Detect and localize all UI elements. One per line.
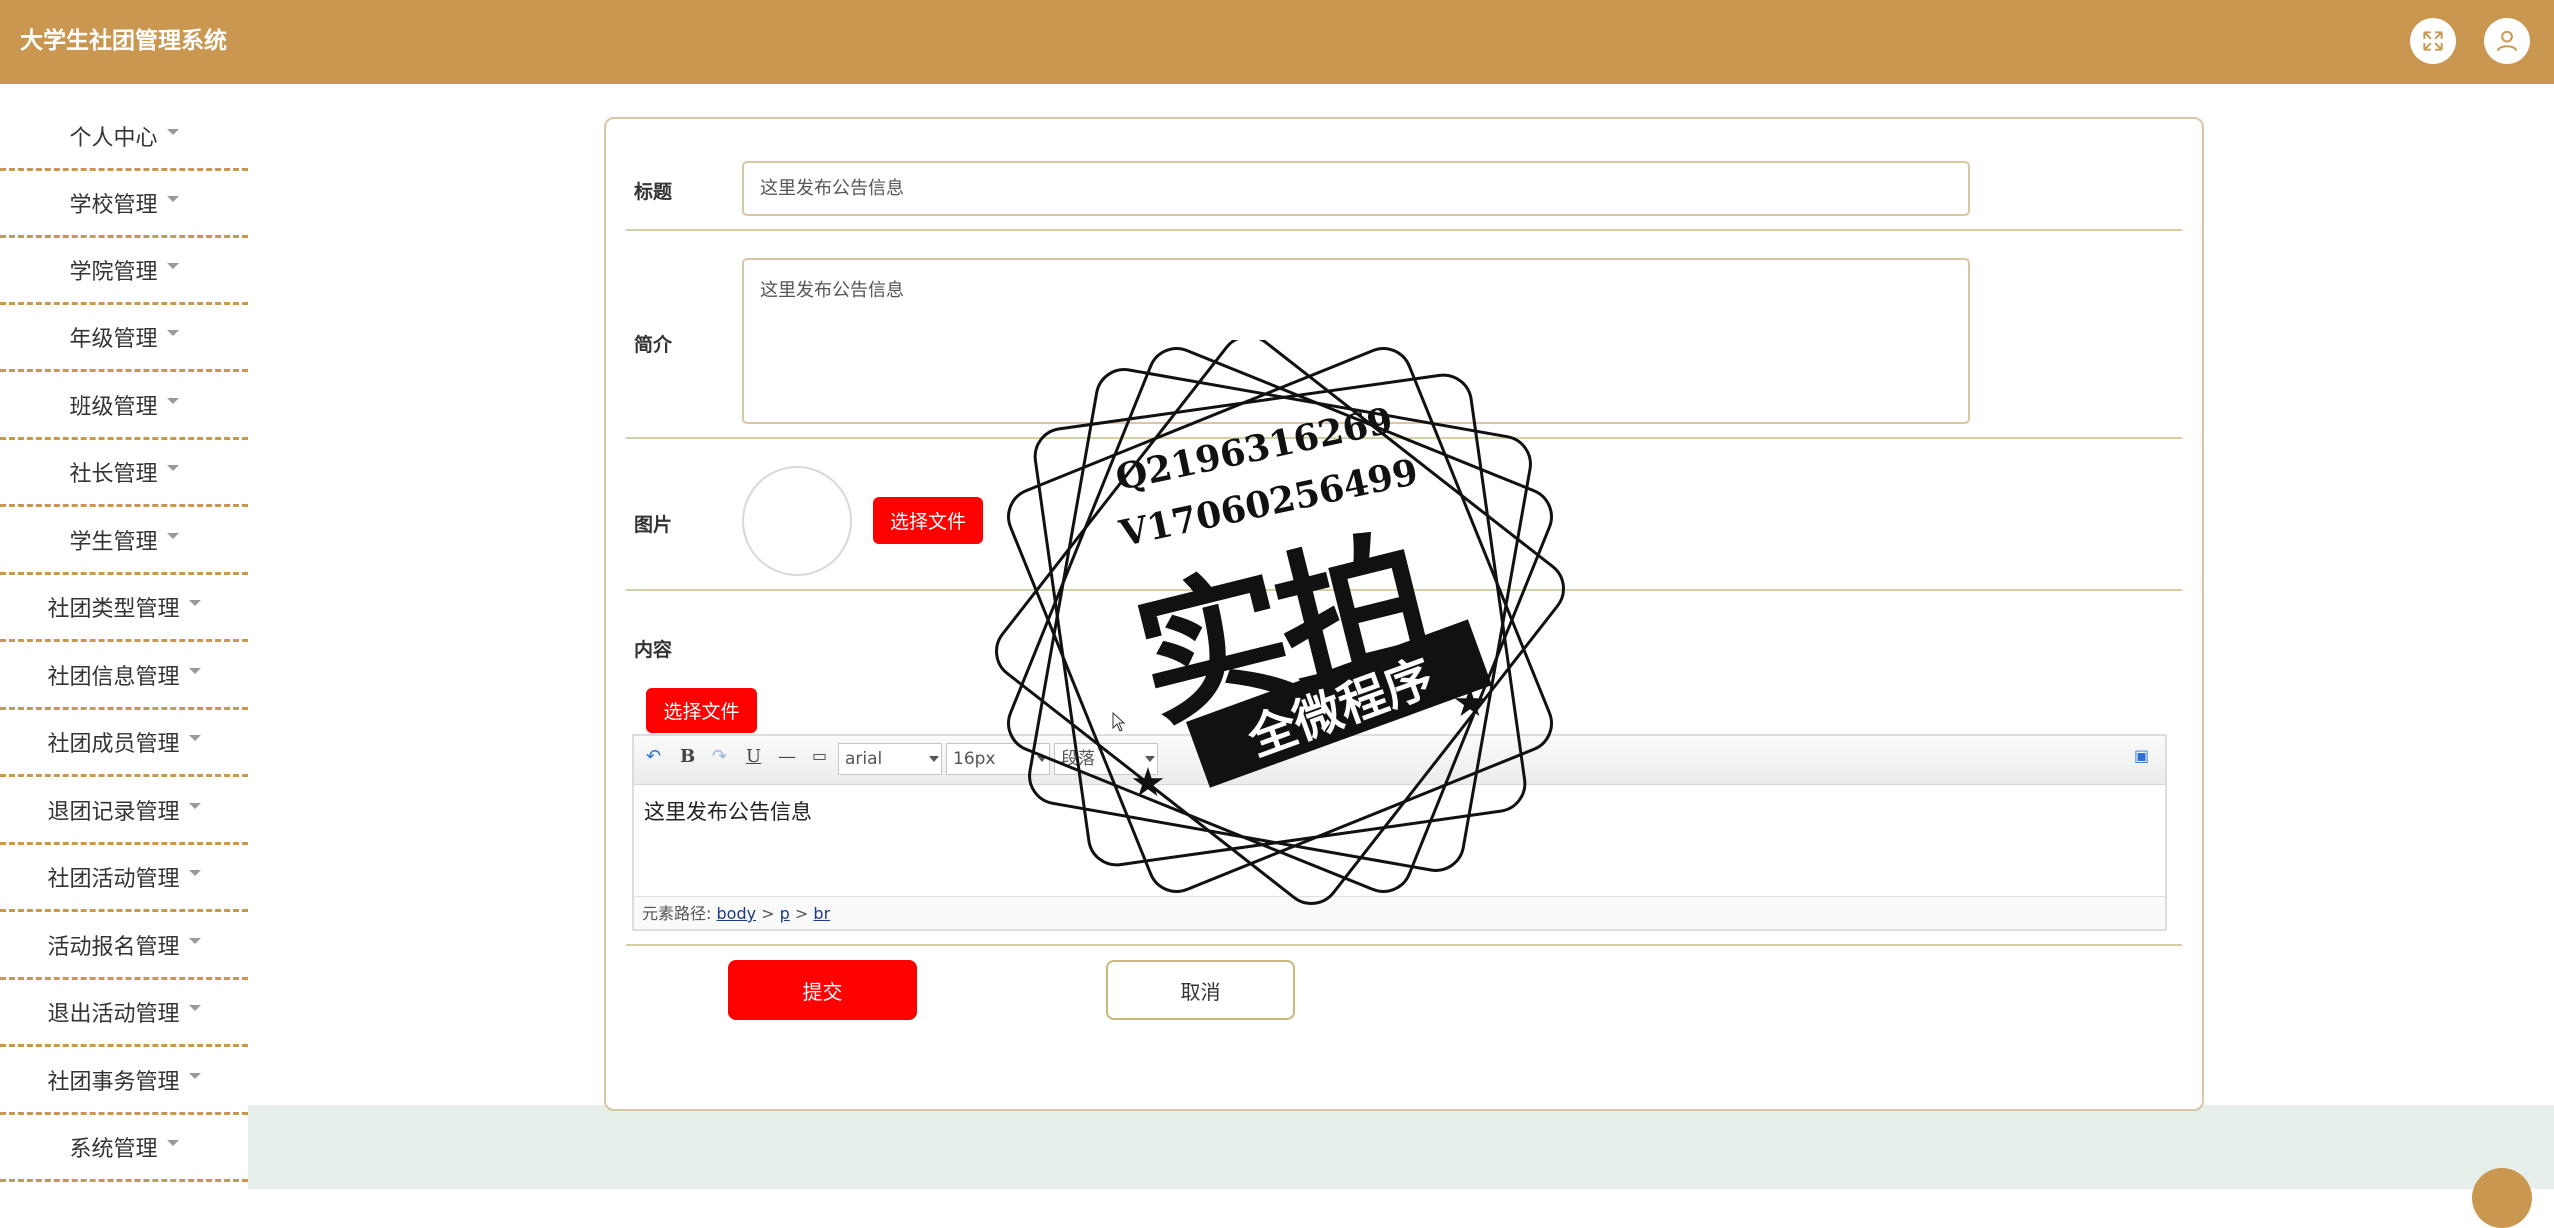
caret-down-icon — [166, 330, 179, 336]
fullscreen-icon — [2423, 31, 2443, 51]
sidebar-item-label: 社团成员管理 — [47, 732, 180, 757]
undo-icon[interactable]: ↶ — [646, 746, 661, 767]
title-label: 标题 — [634, 181, 673, 203]
caret-down-icon — [188, 600, 201, 606]
sidebar-item-label: 活动报名管理 — [47, 935, 180, 960]
sidebar-item-club-info[interactable]: 社团信息管理 — [0, 643, 248, 710]
caret-down-icon — [188, 1005, 201, 1011]
content-label: 内容 — [634, 639, 673, 661]
sidebar-item-student[interactable]: 学生管理 — [0, 508, 248, 575]
user-button[interactable] — [2484, 18, 2530, 64]
path-link-br[interactable]: br — [813, 904, 830, 923]
underline-button[interactable]: U — [746, 746, 761, 767]
document-icon[interactable]: ▭ — [812, 746, 827, 765]
redo-icon[interactable]: ↷ — [712, 746, 727, 767]
horizontal-rule-button[interactable]: — — [778, 746, 796, 767]
caret-down-icon — [166, 465, 179, 471]
caret-down-icon — [166, 1140, 179, 1146]
sidebar: 个人中心 学校管理 学院管理 年级管理 班级管理 社长管理 学生管理 社团类型管… — [0, 84, 248, 1189]
image-preview — [742, 466, 852, 576]
sidebar-item-activity-signup[interactable]: 活动报名管理 — [0, 913, 248, 980]
sidebar-item-club-type[interactable]: 社团类型管理 — [0, 575, 248, 642]
sidebar-item-label: 社团类型管理 — [47, 597, 180, 622]
submit-button[interactable]: 提交 — [728, 960, 917, 1020]
sidebar-item-label: 社团事务管理 — [47, 1070, 180, 1095]
sidebar-item-label: 班级管理 — [69, 395, 158, 420]
sidebar-item-club-member[interactable]: 社团成员管理 — [0, 710, 248, 777]
caret-down-icon — [166, 263, 179, 269]
sidebar-item-label: 学校管理 — [69, 193, 158, 218]
path-separator: > — [794, 904, 809, 923]
sidebar-item-label: 个人中心 — [69, 126, 158, 151]
caret-down-icon — [166, 533, 179, 539]
caret-down-icon — [166, 129, 179, 135]
path-link-body[interactable]: body — [717, 904, 757, 923]
sidebar-item-label: 学生管理 — [69, 530, 158, 555]
intro-label: 简介 — [634, 334, 673, 356]
fullscreen-editor-icon[interactable]: ▣ — [2134, 746, 2149, 765]
title-input[interactable]: 这里发布公告信息 — [742, 161, 1970, 216]
sidebar-item-label: 退团记录管理 — [47, 800, 180, 825]
caret-down-icon — [188, 668, 201, 674]
image-label: 图片 — [634, 514, 673, 536]
path-separator: > — [761, 904, 775, 923]
sidebar-item-label: 学院管理 — [69, 260, 158, 285]
sidebar-item-club-affairs[interactable]: 社团事务管理 — [0, 1048, 248, 1115]
editor-content[interactable]: 这里发布公告信息 — [644, 796, 812, 826]
cancel-button[interactable]: 取消 — [1106, 960, 1295, 1020]
sidebar-item-label: 社团信息管理 — [47, 665, 180, 690]
sidebar-item-label: 社团活动管理 — [47, 867, 180, 892]
sidebar-item-label: 年级管理 — [69, 327, 158, 352]
sidebar-item-label: 社长管理 — [69, 462, 158, 487]
fullscreen-button[interactable] — [2410, 18, 2456, 64]
caret-down-icon — [188, 1073, 201, 1079]
footer-area — [248, 1105, 2554, 1189]
divider — [626, 229, 2182, 231]
bold-button[interactable]: B — [680, 746, 695, 767]
caret-down-icon — [166, 196, 179, 202]
image-choose-file-button[interactable]: 选择文件 — [873, 497, 983, 544]
user-icon — [2496, 30, 2518, 52]
sidebar-item-withdraw-record[interactable]: 退团记录管理 — [0, 778, 248, 845]
star-icon: ★ — [1130, 760, 1166, 806]
caret-down-icon — [188, 735, 201, 741]
path-link-p[interactable]: p — [780, 904, 790, 923]
sidebar-item-school[interactable]: 学校管理 — [0, 171, 248, 238]
caret-down-icon — [188, 938, 201, 944]
sidebar-item-grade[interactable]: 年级管理 — [0, 305, 248, 372]
divider — [626, 944, 2182, 946]
dropdown-arrow-icon — [929, 756, 939, 762]
top-bar: 大学生社团管理系统 — [0, 0, 2554, 84]
content-choose-file-button[interactable]: 选择文件 — [646, 688, 757, 733]
sidebar-item-college[interactable]: 学院管理 — [0, 238, 248, 305]
font-family-select[interactable]: arial — [838, 743, 942, 775]
watermark-stamp: Q2196316269 V17060256499 实拍 全微程序 ★ ★ — [990, 340, 1570, 920]
element-path-label: 元素路径: — [642, 904, 712, 923]
sidebar-item-label: 系统管理 — [69, 1137, 158, 1162]
sidebar-item-quit-activity[interactable]: 退出活动管理 — [0, 980, 248, 1047]
caret-down-icon — [188, 870, 201, 876]
star-icon: ★ — [1452, 680, 1488, 726]
sidebar-item-system[interactable]: 系统管理 — [0, 1115, 248, 1182]
sidebar-item-club-leader[interactable]: 社长管理 — [0, 440, 248, 507]
back-to-top-button[interactable] — [2472, 1168, 2532, 1228]
app-title: 大学生社团管理系统 — [20, 28, 227, 54]
caret-down-icon — [188, 803, 201, 809]
sidebar-item-label: 退出活动管理 — [47, 1002, 180, 1027]
sidebar-item-personal-center[interactable]: 个人中心 — [0, 104, 248, 171]
sidebar-item-club-activity[interactable]: 社团活动管理 — [0, 845, 248, 912]
caret-down-icon — [166, 398, 179, 404]
sidebar-item-class[interactable]: 班级管理 — [0, 373, 248, 440]
